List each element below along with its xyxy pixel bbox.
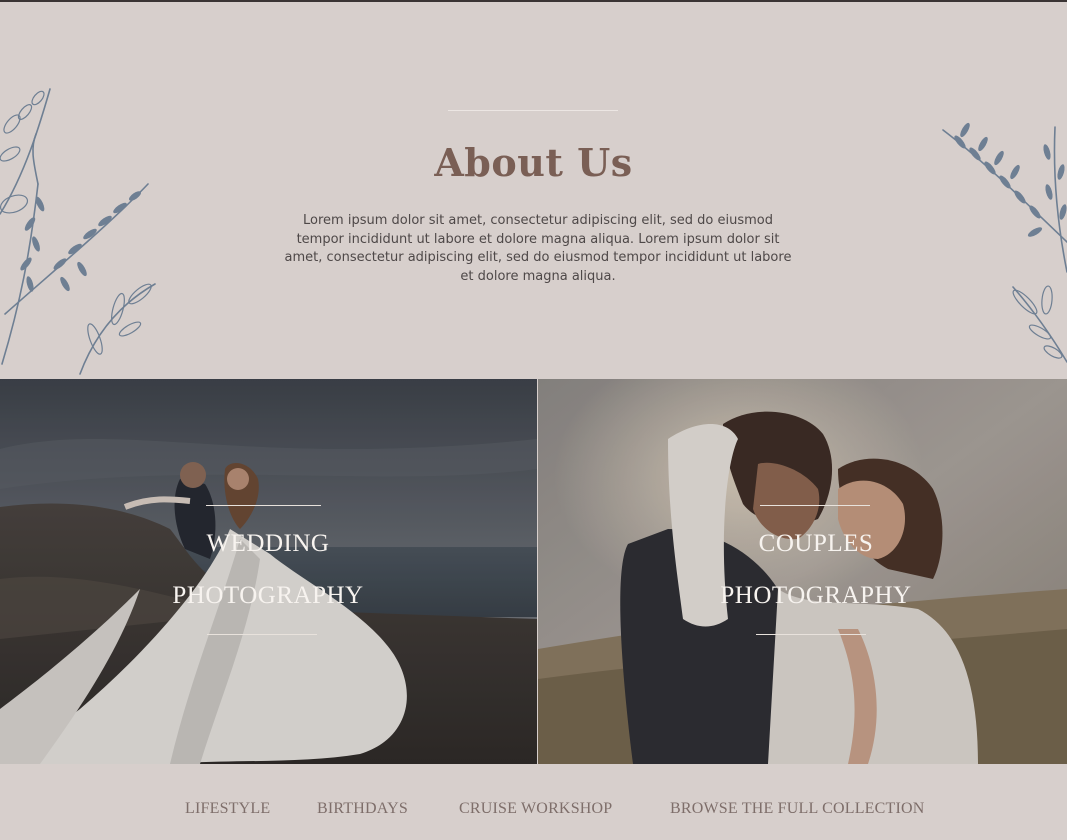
- nav-link-browse-collection[interactable]: BROWSE THE FULL COLLECTION: [670, 800, 925, 818]
- wedding-photography-card[interactable]: WEDDING PHOTOGRAPHY: [0, 379, 537, 764]
- couples-caption: COUPLES PHOTOGRAPHY: [666, 505, 966, 635]
- bottom-nav: LIFESTYLE BIRTHDAYS CRUISE WORKSHOP BROW…: [0, 764, 1067, 840]
- wedding-caption: WEDDING PHOTOGRAPHY: [118, 505, 418, 635]
- nav-link-birthdays[interactable]: BIRTHDAYS: [317, 800, 408, 818]
- gallery-section: WEDDING PHOTOGRAPHY COUPLES PHOTOGRAPHY: [0, 379, 1067, 764]
- wedding-caption-line1: WEDDING: [206, 530, 330, 557]
- nav-link-lifestyle[interactable]: LIFESTYLE: [185, 800, 270, 818]
- couples-caption-line1: COUPLES: [758, 530, 874, 557]
- nav-link-cruise-workshop[interactable]: CRUISE WORKSHOP: [459, 800, 612, 818]
- caption-rule-bottom: [207, 634, 317, 635]
- wedding-caption-line2: PHOTOGRAPHY: [172, 582, 364, 609]
- floral-decoration-left-icon: [0, 88, 156, 375]
- couples-photography-card[interactable]: COUPLES PHOTOGRAPHY: [538, 379, 1067, 764]
- about-section: About Us Lorem ipsum dolor sit amet, con…: [0, 2, 1067, 379]
- couples-caption-line2: PHOTOGRAPHY: [720, 582, 912, 609]
- caption-rule-bottom: [756, 634, 866, 635]
- about-description: Lorem ipsum dolor sit amet, consectetur …: [284, 213, 792, 284]
- about-title: About Us: [434, 140, 633, 185]
- about-divider: [448, 110, 618, 111]
